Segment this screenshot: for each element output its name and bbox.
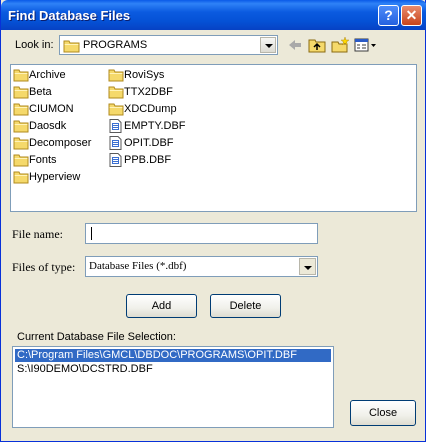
folder-icon [13,103,29,116]
selection-item[interactable]: C:\Program Files\GMCL\DBDOC\PROGRAMS\OPI… [15,349,331,362]
item-label: TTX2DBF [124,86,173,98]
title-bar[interactable]: Find Database Files ? ✕ [1,0,426,30]
folder-icon [13,120,29,133]
add-button[interactable]: Add [126,294,197,318]
dbf-file-icon [109,119,122,133]
item-label: XDCDump [124,103,177,115]
files-of-type-dropdown[interactable]: Database Files (*.dbf) [85,256,318,277]
back-arrow-icon[interactable] [286,37,304,53]
file-name-input[interactable] [85,223,318,244]
folder-icon [108,86,124,99]
item-label: RoviSys [124,69,165,81]
file-name-label: File name: [12,227,63,241]
item-label: Decomposer [29,137,92,149]
look-in-dropdown[interactable]: PROGRAMS [59,35,278,55]
folder-icon [108,69,124,82]
close-window-button[interactable]: ✕ [401,5,422,26]
new-folder-icon[interactable] [331,37,349,53]
view-menu-icon[interactable] [354,37,378,53]
item-label: CIUMON [29,103,74,115]
folder-icon [13,69,29,82]
folder-icon [13,137,29,150]
folder-icon [63,40,80,53]
current-selection-label: Current Database File Selection: [17,331,176,343]
files-of-type-label: Files of type: [12,260,76,274]
folder-icon [13,86,29,99]
file-list[interactable]: Archive Beta CIUMON Daosdk Decomposer Fonts Hy… [10,64,417,212]
item-label: PPB.DBF [124,154,172,166]
item-label: Hyperview [29,171,81,183]
folder-icon [108,103,124,116]
item-label: Beta [29,86,52,98]
up-folder-icon[interactable] [308,37,326,53]
window-title: Find Database Files [8,8,131,23]
text-caret [91,227,92,240]
current-selection-list[interactable]: C:\Program Files\GMCL\DBDOC\PROGRAMS\OPI… [12,346,334,428]
selection-item[interactable]: S:\I90DEMO\DCSTRD.DBF [15,363,331,376]
delete-button[interactable]: Delete [210,294,281,318]
folder-icon [13,171,29,184]
close-button[interactable]: Close [350,400,416,426]
look-in-label: Look in: [15,39,54,51]
help-button[interactable]: ? [378,5,399,26]
files-of-type-dropdown-arrow[interactable] [299,258,316,275]
find-database-files-dialog: Find Database Files ? ✕ Look in: PROGRAM… [0,0,426,442]
dbf-file-icon [109,153,122,167]
item-label: OPIT.DBF [124,137,174,149]
folder-icon [13,154,29,167]
item-label: Archive [29,69,66,81]
look-in-value: PROGRAMS [83,39,148,51]
item-label: Fonts [29,154,57,166]
look-in-dropdown-arrow[interactable] [260,37,276,53]
files-of-type-value: Database Files (*.dbf) [89,260,187,272]
dbf-file-icon [109,136,122,150]
item-label: Daosdk [29,120,67,132]
item-label: EMPTY.DBF [124,120,186,132]
